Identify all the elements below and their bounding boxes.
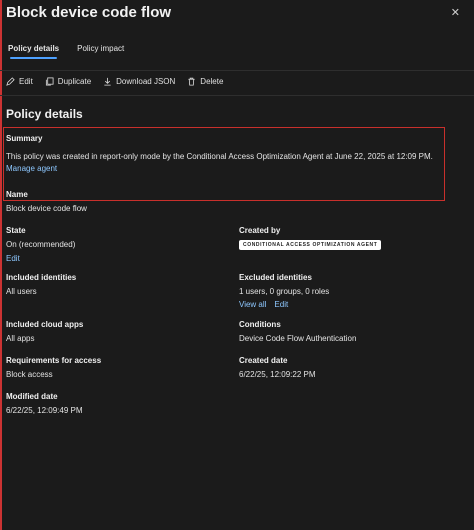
pencil-icon	[6, 77, 15, 86]
excluded-edit-link[interactable]: Edit	[274, 300, 288, 309]
tab-bar: Policy details Policy impact	[6, 42, 126, 59]
command-bar: Edit Duplicate Download JSON Delete	[0, 70, 474, 96]
download-json-button[interactable]: Download JSON	[103, 77, 175, 86]
summary-highlight-box	[3, 127, 445, 201]
excluded-identities-value: 1 users, 0 groups, 0 roles	[239, 287, 330, 296]
close-icon[interactable]: ✕	[451, 6, 460, 19]
created-by-label: Created by	[239, 226, 281, 235]
created-date-value: 6/22/25, 12:09:22 PM	[239, 370, 316, 379]
download-json-label: Download JSON	[116, 77, 176, 86]
conditions-label: Conditions	[239, 320, 281, 329]
edit-button[interactable]: Edit	[6, 77, 33, 86]
requirements-label: Requirements for access	[6, 356, 102, 365]
summary-text: This policy was created in report-only m…	[6, 152, 433, 161]
included-cloud-apps-label: Included cloud apps	[6, 320, 84, 329]
manage-agent-link[interactable]: Manage agent	[6, 164, 57, 173]
tab-policy-impact[interactable]: Policy impact	[75, 42, 126, 59]
state-edit-link[interactable]: Edit	[6, 254, 20, 263]
view-all-link[interactable]: View all	[239, 300, 266, 309]
included-cloud-apps-value: All apps	[6, 334, 35, 343]
state-value: On (recommended)	[6, 240, 76, 249]
requirements-value: Block access	[6, 370, 53, 379]
conditions-value: Device Code Flow Authentication	[239, 334, 357, 343]
tab-policy-details[interactable]: Policy details	[6, 42, 61, 59]
trash-icon	[188, 77, 195, 86]
duplicate-button[interactable]: Duplicate	[45, 77, 91, 86]
duplicate-label: Duplicate	[57, 77, 92, 86]
policy-details-panel: Block device code flow ✕ Policy details …	[0, 0, 474, 530]
delete-button[interactable]: Delete	[187, 77, 223, 86]
delete-label: Delete	[200, 77, 224, 86]
download-icon	[104, 77, 111, 86]
name-label: Name	[6, 190, 28, 199]
panel-title: Block device code flow	[6, 4, 172, 21]
included-identities-value: All users	[6, 287, 37, 296]
name-value: Block device code flow	[6, 204, 87, 213]
section-title: Policy details	[6, 107, 83, 121]
created-date-label: Created date	[239, 356, 288, 365]
modified-date-value: 6/22/25, 12:09:49 PM	[6, 406, 83, 415]
excluded-identities-actions: View all Edit	[239, 300, 288, 309]
agent-badge: Conditional Access Optimization Agent	[239, 240, 382, 250]
state-label: State	[6, 226, 26, 235]
summary-label: Summary	[6, 134, 43, 143]
excluded-identities-label: Excluded identities	[239, 273, 312, 282]
edit-label: Edit	[19, 77, 33, 86]
included-identities-label: Included identities	[6, 273, 77, 282]
copy-icon	[45, 77, 54, 86]
modified-date-label: Modified date	[6, 392, 58, 401]
